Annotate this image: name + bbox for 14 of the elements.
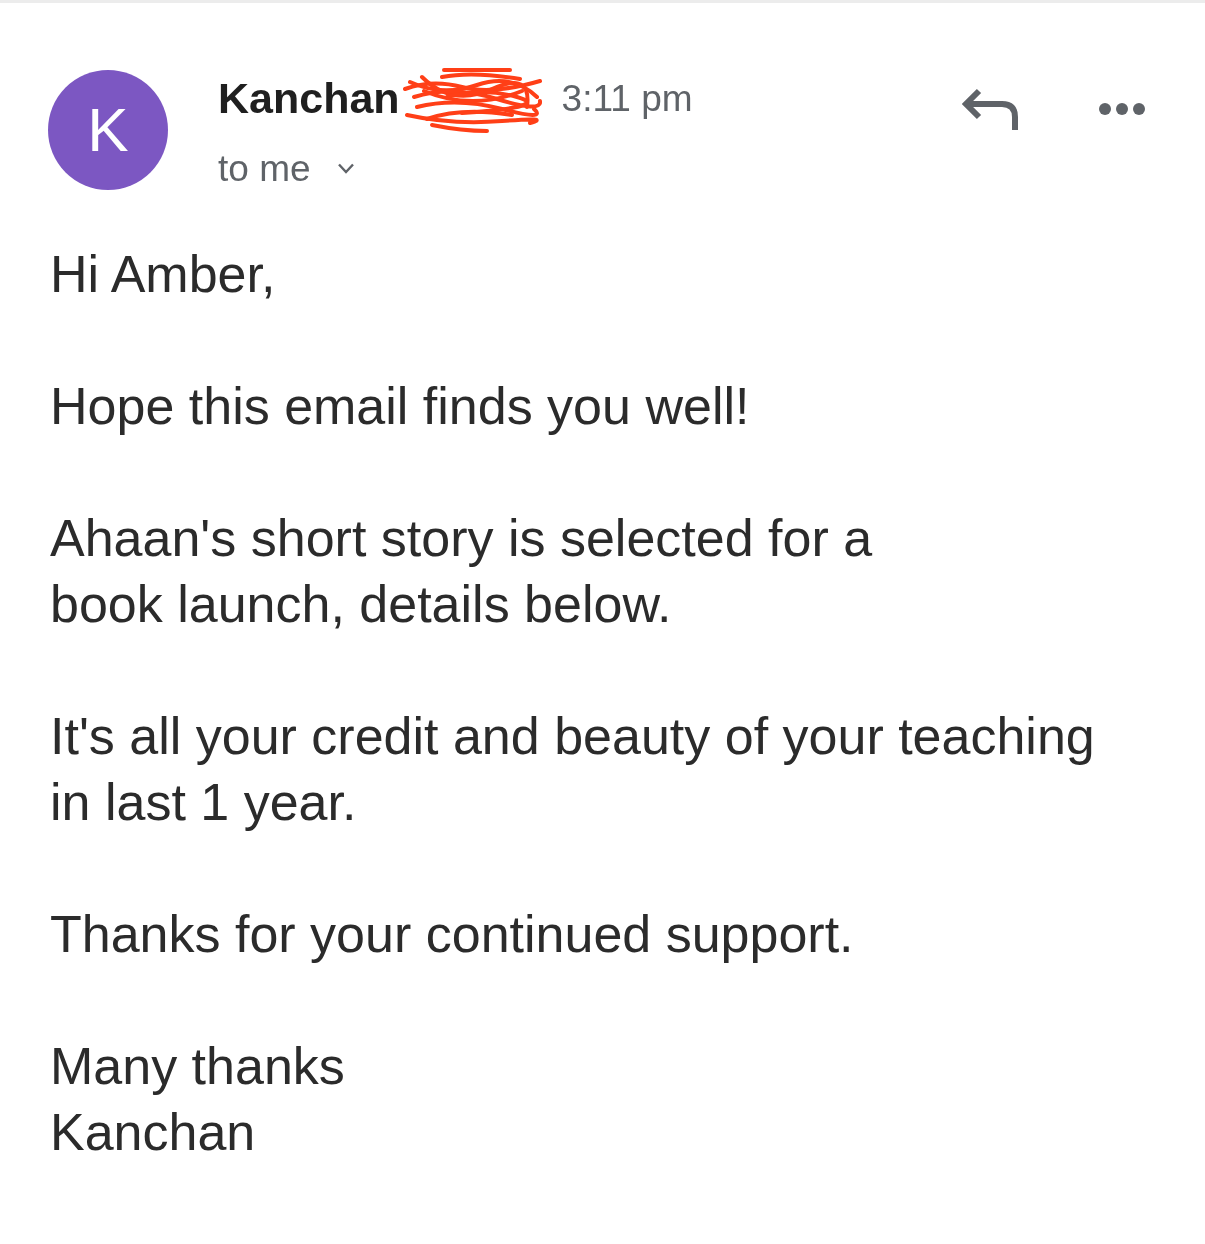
message-paragraph: Many thanks Kanchan [50, 1036, 345, 1163]
more-options-icon [1098, 102, 1146, 116]
reply-button[interactable] [962, 88, 1018, 130]
sender-name: Kanchan [218, 76, 400, 120]
message-paragraph: It's all your credit and beauty of your teaching in last 1 year. [50, 706, 1095, 833]
recipient-toggle[interactable]: to me [218, 148, 355, 188]
message-paragraph: Thanks for your continued support. [50, 904, 854, 965]
message-paragraph: Hope this email finds you well! [50, 376, 750, 437]
more-button[interactable] [1098, 102, 1146, 116]
message-paragraph: Hi Amber, [50, 244, 276, 305]
message-time: 3:11 pm [561, 79, 693, 117]
avatar: K [48, 70, 168, 190]
reply-icon [962, 88, 1018, 130]
message-paragraph: Ahaan's short story is selected for a book launch, details below. [50, 508, 873, 635]
